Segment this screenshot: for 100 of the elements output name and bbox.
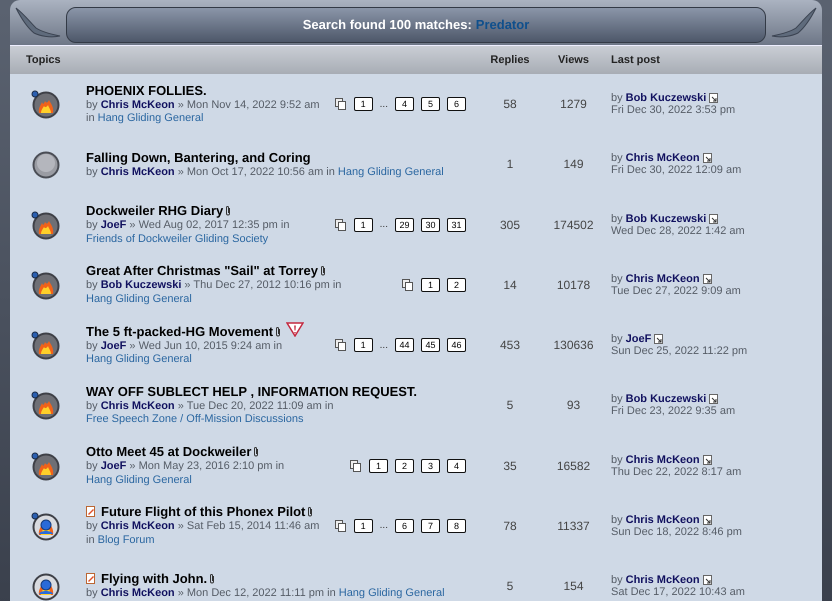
- view-post-icon[interactable]: [702, 454, 713, 465]
- page-link[interactable]: 7: [421, 518, 440, 533]
- author-link[interactable]: Chris McKeon: [100, 587, 175, 600]
- author-link[interactable]: Chris McKeon: [100, 520, 175, 532]
- author-link[interactable]: Chris McKeon: [626, 152, 700, 164]
- forum-link[interactable]: Hang Gliding General: [98, 112, 204, 124]
- author-link[interactable]: Bob Kuczewski: [626, 212, 706, 225]
- author-link[interactable]: Bob Kuczewski: [626, 393, 706, 406]
- topic-title[interactable]: Dockweiler RHG Diary: [86, 203, 224, 218]
- replies-count: 5: [506, 579, 514, 594]
- page-link[interactable]: 44: [395, 338, 414, 352]
- topic-title[interactable]: Future Flight of this Phonex Pilot: [101, 504, 306, 520]
- forum-link[interactable]: Free Speech Zone / Off-Mission Discussions: [86, 413, 304, 426]
- replies-count: 1: [506, 157, 514, 172]
- topic-byline: by Chris McKeon » Mon Nov 14, 2022 9:52 am in Hang Gliding General: [86, 98, 321, 126]
- forum-link[interactable]: Blog Forum: [98, 534, 154, 546]
- last-post-date: Fri Dec 30, 2022 3:53 pm: [611, 104, 736, 116]
- page-link[interactable]: 1: [354, 218, 373, 232]
- page-link[interactable]: 5: [421, 97, 440, 112]
- author-link[interactable]: Chris McKeon: [626, 454, 700, 466]
- author-link[interactable]: Chris McKeon: [100, 98, 175, 111]
- topic-title[interactable]: WAY OFF SUBLECT HELP , INFORMATION REQUEST.: [86, 384, 418, 399]
- page-link[interactable]: 3: [421, 458, 440, 473]
- last-post-date: Fri Dec 30, 2022 12:09 am: [611, 164, 742, 176]
- author-link[interactable]: Chris McKeon: [626, 272, 700, 285]
- page-link[interactable]: 2: [395, 458, 414, 473]
- page-link[interactable]: 6: [395, 518, 414, 533]
- view-post-icon[interactable]: [702, 575, 713, 586]
- author-link[interactable]: Bob Kuczewski: [626, 92, 706, 104]
- view-post-icon[interactable]: [702, 514, 713, 525]
- topic-byline: by JoeF » Mon May 23, 2016 2:10 pm in Hang Gliding General: [86, 460, 286, 488]
- views-count: 16582: [556, 458, 592, 473]
- last-post-date: Fri Dec 23, 2022 9:35 am: [611, 405, 736, 418]
- page-link[interactable]: 4: [395, 97, 414, 112]
- topic-title[interactable]: Great After Christmas "Sail" at Torrey: [86, 263, 318, 278]
- page-link[interactable]: 1: [369, 458, 388, 473]
- views-count: 130636: [552, 338, 595, 352]
- page-link[interactable]: 1: [354, 518, 373, 533]
- views-count: 11337: [556, 518, 591, 533]
- view-post-icon[interactable]: [709, 394, 720, 404]
- last-post-date: Sun Dec 18, 2022 8:46 pm: [611, 526, 743, 538]
- page-link[interactable]: 45: [421, 338, 440, 352]
- topic-title[interactable]: The 5 ft-packed-HG Movement: [86, 324, 274, 339]
- page-link[interactable]: 1: [354, 338, 373, 352]
- topic-title[interactable]: Otto Meet 45 at Dockweiler: [86, 444, 252, 460]
- author-link[interactable]: JoeF: [100, 340, 126, 352]
- author-link[interactable]: JoeF: [100, 219, 126, 232]
- forum-link[interactable]: Hang Gliding General: [86, 353, 192, 366]
- page-link[interactable]: 2: [447, 278, 466, 292]
- author-link[interactable]: Chris McKeon: [100, 166, 175, 178]
- forum-link[interactable]: Hang Gliding General: [86, 474, 192, 486]
- view-post-icon[interactable]: [654, 334, 664, 344]
- views-count: 154: [562, 579, 585, 594]
- last-post-date: Thu Dec 22, 2022 8:17 am: [611, 466, 742, 478]
- view-post-icon[interactable]: [702, 274, 713, 284]
- last-post-by: by: [611, 92, 623, 104]
- page-link[interactable]: 8: [447, 518, 466, 533]
- author-link[interactable]: Bob Kuczewski: [100, 279, 182, 292]
- forum-link[interactable]: Friends of Dockweiler Gliding Society: [86, 232, 268, 245]
- author-link[interactable]: Chris McKeon: [626, 574, 700, 586]
- topic-byline: by Bob Kuczewski » Thu Dec 27, 2012 10:16 pm in Hang Gliding General: [86, 279, 342, 306]
- replies-count: 58: [502, 97, 518, 112]
- last-post-date: Wed Dec 28, 2022 1:42 am: [611, 224, 746, 237]
- last-post-by: by: [611, 454, 623, 466]
- views-count: 1279: [559, 97, 588, 112]
- page-link[interactable]: 29: [395, 218, 414, 232]
- page-link[interactable]: 46: [447, 338, 466, 352]
- pages-icon: [334, 520, 347, 532]
- page-link[interactable]: 1: [354, 97, 373, 112]
- last-post-date: Sat Dec 17, 2022 10:43 am: [611, 586, 746, 598]
- forum-link[interactable]: Hang Gliding General: [338, 166, 444, 178]
- last-post-by: by: [611, 212, 623, 225]
- column-header: Last post: [610, 54, 661, 66]
- topic-title[interactable]: PHOENIX FOLLIES.: [86, 82, 207, 98]
- page-link[interactable]: 31: [447, 218, 466, 232]
- page-link[interactable]: 30: [421, 218, 440, 232]
- topic-title[interactable]: Falling Down, Bantering, and Coring: [86, 150, 311, 165]
- replies-count: 5: [506, 398, 514, 412]
- forum-link[interactable]: Hang Gliding General: [338, 587, 445, 600]
- last-post-date: Tue Dec 27, 2022 9:09 am: [611, 284, 742, 297]
- author-link[interactable]: Chris McKeon: [626, 514, 700, 526]
- view-post-icon[interactable]: [709, 93, 720, 104]
- replies-count: 78: [502, 518, 518, 533]
- topic-byline: by JoeF » Wed Aug 02, 2017 12:35 pm in Friends of Dockweiler Gliding Society: [86, 219, 290, 246]
- topic-byline: by Chris McKeon » Sat Feb 15, 2014 11:46 am in Blog Forum: [86, 520, 320, 548]
- view-post-icon[interactable]: [702, 153, 713, 164]
- views-count: 93: [566, 398, 582, 412]
- page-link[interactable]: 1: [421, 278, 440, 292]
- author-link[interactable]: JoeF: [100, 460, 126, 472]
- topic-title[interactable]: Flying with John.: [101, 571, 208, 586]
- page-link[interactable]: 6: [447, 97, 466, 112]
- author-link[interactable]: Chris McKeon: [100, 400, 175, 412]
- last-post-date: Sun Dec 25, 2022 11:22 pm: [611, 345, 748, 358]
- topic-byline: by Chris McKeon » Mon Oct 17, 2022 10:56 am in Hang Gliding General: [86, 166, 445, 180]
- page-link[interactable]: 4: [447, 458, 466, 473]
- author-link[interactable]: JoeF: [626, 333, 652, 346]
- forum-link[interactable]: Hang Gliding General: [86, 292, 192, 305]
- view-post-icon[interactable]: [709, 214, 720, 224]
- replies-count: 35: [502, 458, 518, 473]
- column-header: Views: [557, 54, 590, 66]
